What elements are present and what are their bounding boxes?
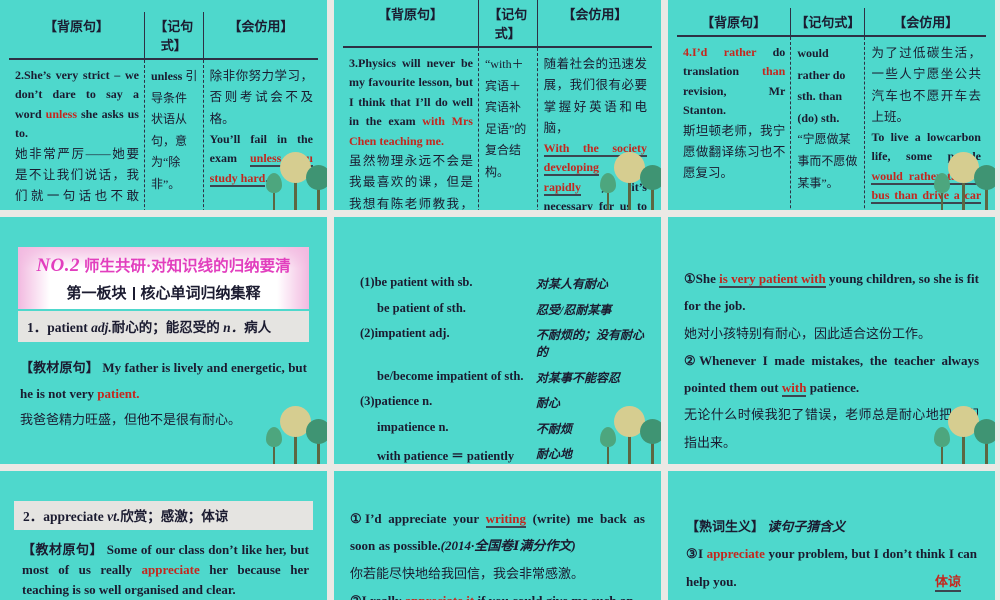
slide-thumbnail-patient-phrases[interactable]: (1)be patient with sb. 对某人有耐心 be patient … [334, 217, 661, 464]
tree-trunk [317, 440, 320, 464]
example-sentences: ①I’d appreciate your writing (write) me … [350, 505, 645, 600]
cell-imitation-exercise: 为了过低碳生活，一些人宁愿坐公共汽车也不愿开车去上班。 To live a lo… [871, 46, 981, 210]
slide-thumbnail-section-no2[interactable]: NO.2 师生共研·对知识线的归纳要清 第一板块 核心单词归纳集释 1．patie… [0, 217, 327, 464]
column-header-imitation: 【会仿用】 [228, 19, 294, 34]
chinese-translation: 你若能尽快地给我回信，我会非常感激。 [350, 565, 585, 581]
column-header-imitation: 【会仿用】 [893, 15, 959, 30]
slide-thumbnail-with-complex-object[interactable]: 【背原句】 【记句式】 【会仿用】 3.Physics will never b… [334, 0, 661, 210]
tree-trunk [985, 440, 988, 464]
tree-trunk [651, 440, 654, 464]
guess-meaning-block: 【熟词生义】 读句子猜含义 ③I appreciate your problem… [686, 513, 977, 595]
section-title-box: NO.2 师生共研·对知识线的归纳要清 第一板块 核心单词归纳集释 [18, 247, 309, 309]
cell-pattern-note: would rather do sth. than (do) sth. “宁愿做… [791, 37, 866, 210]
column-header-pattern: 【记句式】 [479, 0, 538, 46]
grammar-table: 【背原句】 【记句式】 【会仿用】 2.She’s very strict – … [9, 12, 318, 210]
section-number: NO.2 [36, 255, 81, 276]
slide-thumbnail-appreciate-examples[interactable]: ①I’d appreciate your writing (write) me … [334, 471, 661, 600]
column-header-imitation: 【会仿用】 [562, 7, 628, 22]
cell-pattern-note: unless 引导条件状语从句，意为“除非”。 [145, 60, 204, 210]
column-header-pattern: 【记句式】 [145, 12, 204, 58]
phrase-row: be patient of sth. 忍受/忍耐某事 [377, 300, 612, 317]
cell-original-sentence: 2.She’s very strict – we don’t dare to s… [9, 60, 145, 210]
tree-trunk [273, 444, 275, 464]
chinese-translation: 无论什么时候我犯了错误，老师总是耐心地把它们指出来。 [684, 407, 979, 450]
column-header-original-sentence: 【背原句】 [677, 8, 792, 35]
slide-thumbnail-would-rather[interactable]: 【背原句】 【记句式】 【会仿用】 4.I’d rather do transl… [668, 0, 995, 210]
column-header-pattern: 【记句式】 [791, 8, 866, 35]
source-citation: (2014·全国卷Ⅰ满分作文) [440, 538, 576, 554]
chinese-translation: 她对小孩特别有耐心，因此适合这份工作。 [684, 325, 932, 341]
section-panel: NO.2 师生共研·对知识线的归纳要清 第一板块 核心单词归纳集释 1．patie… [18, 247, 309, 342]
cell-imitation-exercise: 随着社会的迅速发展，我们很有必要掌握好英语和电脑， With the socie… [543, 57, 647, 210]
divider [132, 287, 135, 300]
chinese-translation: 我爸爸精力旺盛，但他不是很有耐心。 [20, 412, 242, 427]
section-subtitle: 第一板块 核心单词归纳集释 [66, 286, 261, 302]
cell-original-sentence: 4.I’d rather do translation than revisio… [677, 37, 792, 210]
section-title: 师生共研·对知识线的归纳要清 [84, 258, 291, 275]
slide-thumbnail-patient-examples[interactable]: ①She is very patient with young children… [668, 217, 995, 464]
cell-pattern-note: “with＋宾语＋宾语补足语”的复合结构。 [479, 48, 538, 210]
textbook-sentence: 【教材原句】 Some of our class don’t like her,… [22, 542, 309, 598]
cell-original-sentence: 3.Physics will never be my favourite les… [343, 48, 479, 210]
word-entry-patient: 1．patient adj.耐心的；能忍受的 n．病人 [18, 311, 309, 342]
phrase-list: (1)be patient with sb. 对某人有耐心 be patient … [360, 275, 647, 464]
phrase-row: impatience n. 不耐烦 [377, 419, 573, 436]
tree-trunk [294, 434, 297, 464]
column-header-original-sentence: 【背原句】 [343, 0, 479, 46]
phrase-row: (3)patience n. 耐心 [360, 394, 561, 410]
phrase-row: (1)be patient with sb. 对某人有耐心 [360, 275, 609, 291]
cell-imitation-exercise: 除非你努力学习，否则考试会不及格。 You’ll fail in the exa… [209, 69, 313, 187]
slide-thumbnail-appreciate-entry[interactable]: 2．appreciate vt.欣赏；感激；体谅 【教材原句】 Some of … [0, 471, 327, 600]
answer-meaning: 体谅 [934, 571, 961, 592]
phrase-row: (2)impatient adj. 不耐烦的；没有耐心的 [360, 326, 645, 359]
phrase-row: be/become impatient of sth. 对某事不能容忍 [377, 368, 621, 385]
example-sentence: ③I appreciate your problem, but I don’t … [686, 546, 977, 589]
slide-thumbnail-familiar-word-new-meaning[interactable]: 【熟词生义】 读句子猜含义 ③I appreciate your problem… [668, 471, 995, 600]
slide-thumbnail-unless[interactable]: 【背原句】 【记句式】 【会仿用】 2.She’s very strict – … [0, 0, 327, 210]
textbook-sentence: 【教材原句】 My father is lively and energetic… [20, 355, 307, 433]
green-tree-icon [306, 419, 327, 444]
column-header-original-sentence: 【背原句】 [9, 12, 145, 58]
example-sentences: ①She is very patient with young children… [684, 265, 979, 456]
word-entry-appreciate: 2．appreciate vt.欣赏；感激；体谅 [14, 501, 313, 530]
grammar-table: 【背原句】 【记句式】 【会仿用】 4.I’d rather do transl… [677, 8, 986, 210]
phrase-row: with patience ＝ patiently 耐心地 [377, 447, 573, 463]
slide-sorter-canvas: { "colors": { "slide_background": "#4ed8… [0, 0, 1000, 600]
grammar-table: 【背原句】 【记句式】 【会仿用】 3.Physics will never b… [343, 0, 652, 210]
